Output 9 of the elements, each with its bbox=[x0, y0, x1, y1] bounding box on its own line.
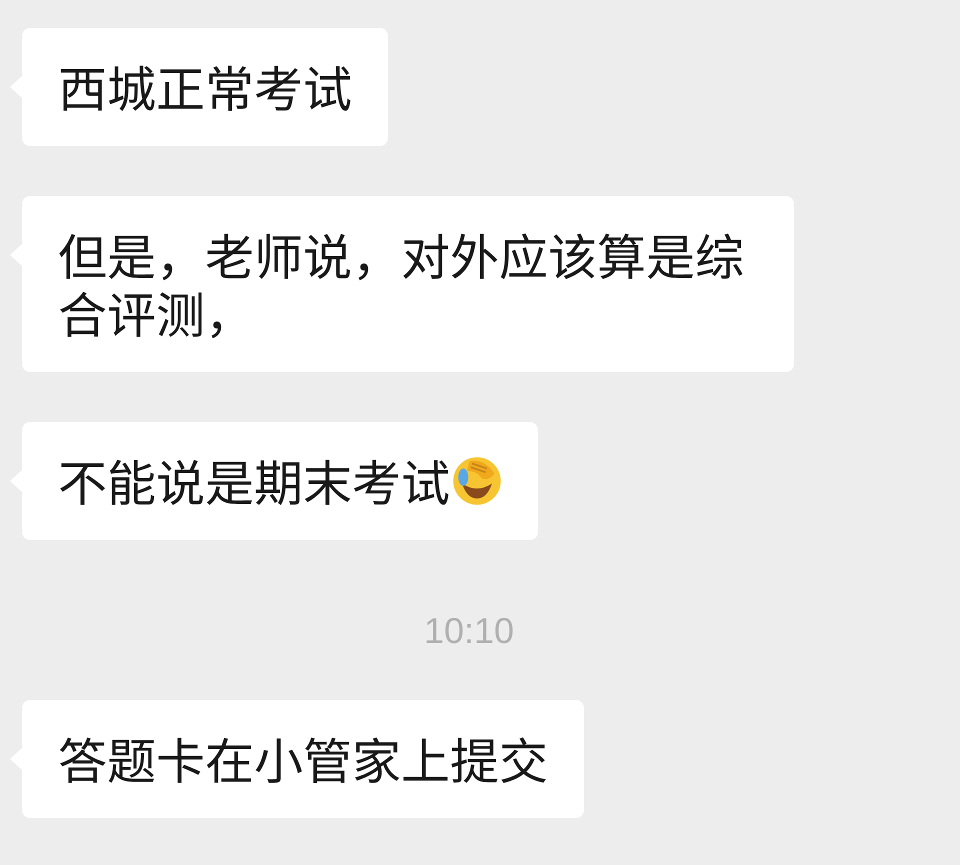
message-text: 但是，老师说，对外应该算是综合评测， bbox=[58, 226, 746, 342]
message-bubble[interactable]: 但是，老师说，对外应该算是综合评测， bbox=[22, 196, 794, 372]
timestamp: 10:10 bbox=[424, 610, 514, 652]
message-text: 不能说是期末考试 bbox=[58, 452, 450, 510]
message-bubble[interactable]: 西城正常考试 bbox=[22, 28, 388, 146]
message-text: 西城正常考试 bbox=[58, 58, 352, 116]
message-text: 答题卡在小管家上提交 bbox=[58, 730, 548, 788]
message-bubble[interactable]: 答题卡在小管家上提交 bbox=[22, 700, 584, 818]
message-bubble[interactable]: 不能说是期末考试 bbox=[22, 422, 538, 540]
